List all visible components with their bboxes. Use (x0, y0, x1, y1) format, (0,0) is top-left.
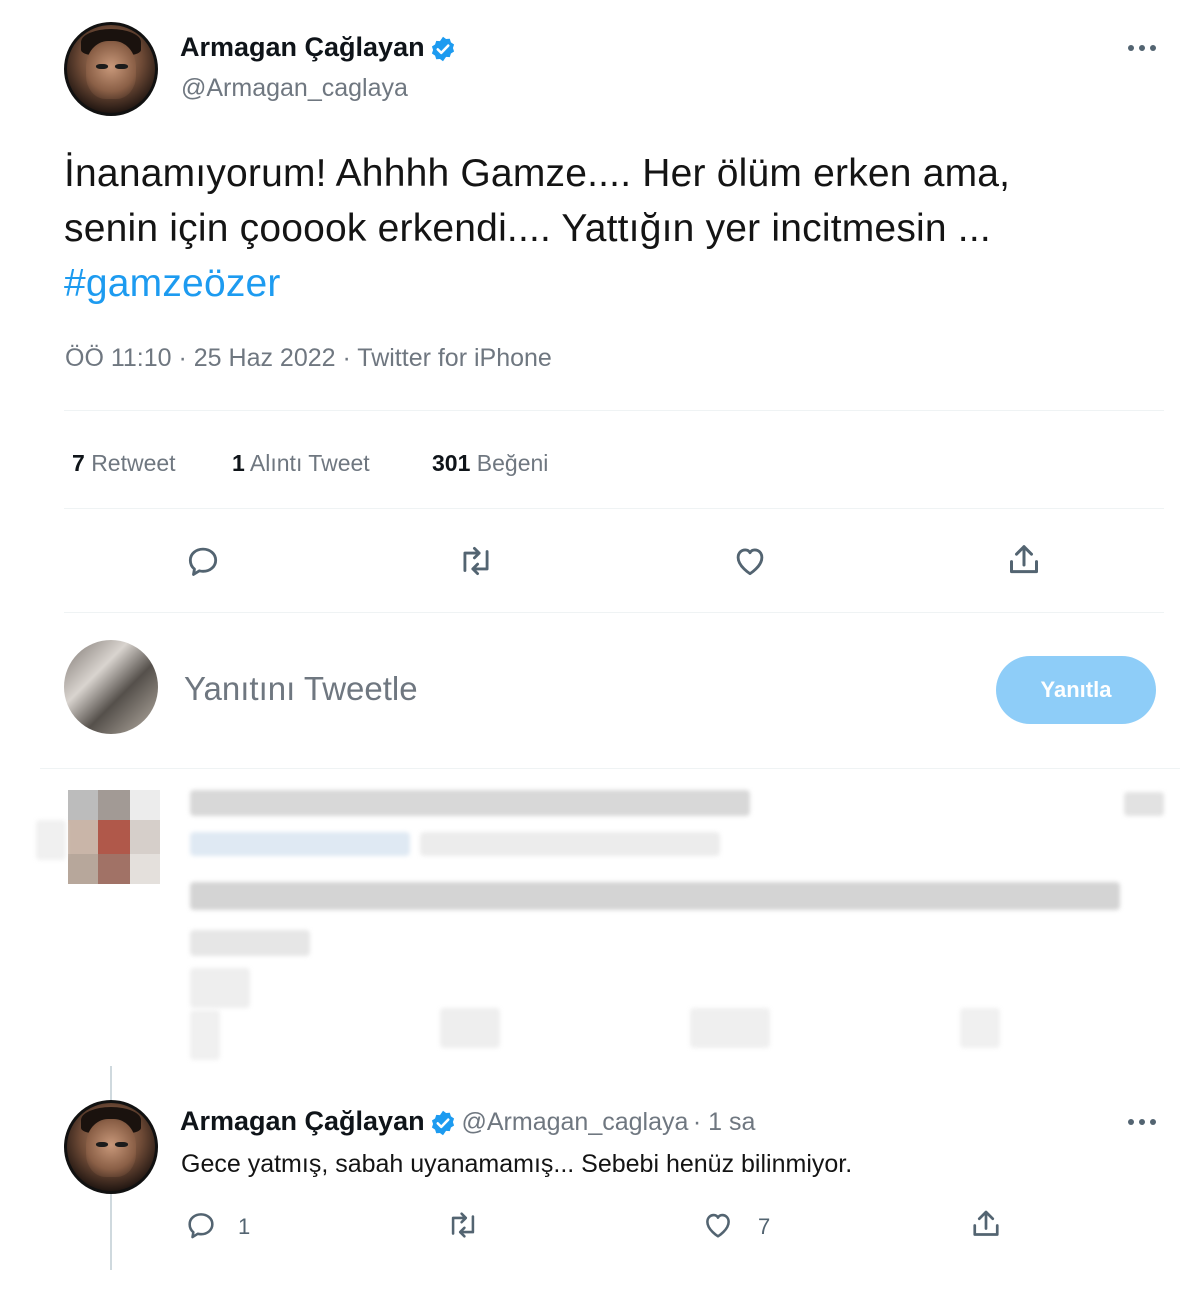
divider (64, 508, 1164, 509)
reply-composer-input[interactable]: Yanıtını Tweetle (184, 670, 418, 708)
pixelated-avatar (68, 790, 160, 884)
reply-author-name[interactable]: Armagan Çağlayan (180, 1106, 425, 1136)
tweet-text-line: İnanamıyorum! Ahhhh Gamze.... Her ölüm e… (64, 152, 1011, 195)
author-name[interactable]: Armagan Çağlayan (180, 32, 425, 62)
retweet-label: Retweet (91, 450, 176, 476)
pixelated-tweet (0, 780, 1200, 1080)
quote-stat[interactable]: 1 Alıntı Tweet (232, 450, 370, 477)
tweet-text-line: senin için çooook erkendi.... Yattığın y… (64, 207, 991, 250)
reply-time[interactable]: · 1 sa (693, 1108, 756, 1136)
verified-badge-icon (429, 35, 457, 68)
reply-author-avatar[interactable] (64, 1100, 158, 1194)
retweet-icon[interactable] (455, 542, 497, 580)
retweet-stat[interactable]: 7 Retweet (72, 450, 176, 477)
divider (64, 612, 1164, 613)
current-user-avatar[interactable] (64, 640, 158, 734)
tweet-text: İnanamıyorum! Ahhhh Gamze.... Her ölüm e… (64, 146, 1164, 311)
more-icon[interactable] (1124, 38, 1160, 58)
like-label: Beğeni (476, 450, 549, 476)
like-count: 301 (432, 450, 471, 476)
reply-icon[interactable] (184, 1208, 218, 1242)
share-icon[interactable] (968, 1206, 1004, 1242)
reply-count: 1 (238, 1214, 251, 1239)
quote-label: Alıntı Tweet (249, 450, 370, 476)
reply-text: Gece yatmış, sabah uyanamamış... Sebebi … (181, 1150, 853, 1178)
divider (64, 410, 1164, 411)
like-count: 7 (758, 1214, 771, 1239)
hashtag-link[interactable]: #gamzeözer (64, 256, 1164, 311)
quote-count: 1 (232, 450, 245, 476)
thread-line (110, 1190, 112, 1270)
retweet-icon[interactable] (444, 1208, 482, 1242)
share-icon[interactable] (1004, 540, 1044, 580)
divider (40, 768, 1180, 769)
tweet-timestamp[interactable]: ÖÖ 11:10 · 25 Haz 2022 · Twitter for iPh… (65, 344, 552, 373)
heart-icon[interactable] (700, 1208, 736, 1242)
reply-button[interactable]: Yanıtla (996, 656, 1156, 724)
author-avatar[interactable] (64, 22, 158, 116)
more-icon[interactable] (1124, 1112, 1160, 1132)
like-stat[interactable]: 301 Beğeni (432, 450, 548, 477)
verified-badge-icon (429, 1109, 457, 1142)
author-handle[interactable]: @Armagan_caglaya (181, 74, 408, 103)
reply-icon[interactable] (184, 542, 222, 580)
reply-author-handle[interactable]: @Armagan_caglaya (462, 1108, 689, 1136)
retweet-count: 7 (72, 450, 85, 476)
heart-icon[interactable] (730, 542, 770, 580)
